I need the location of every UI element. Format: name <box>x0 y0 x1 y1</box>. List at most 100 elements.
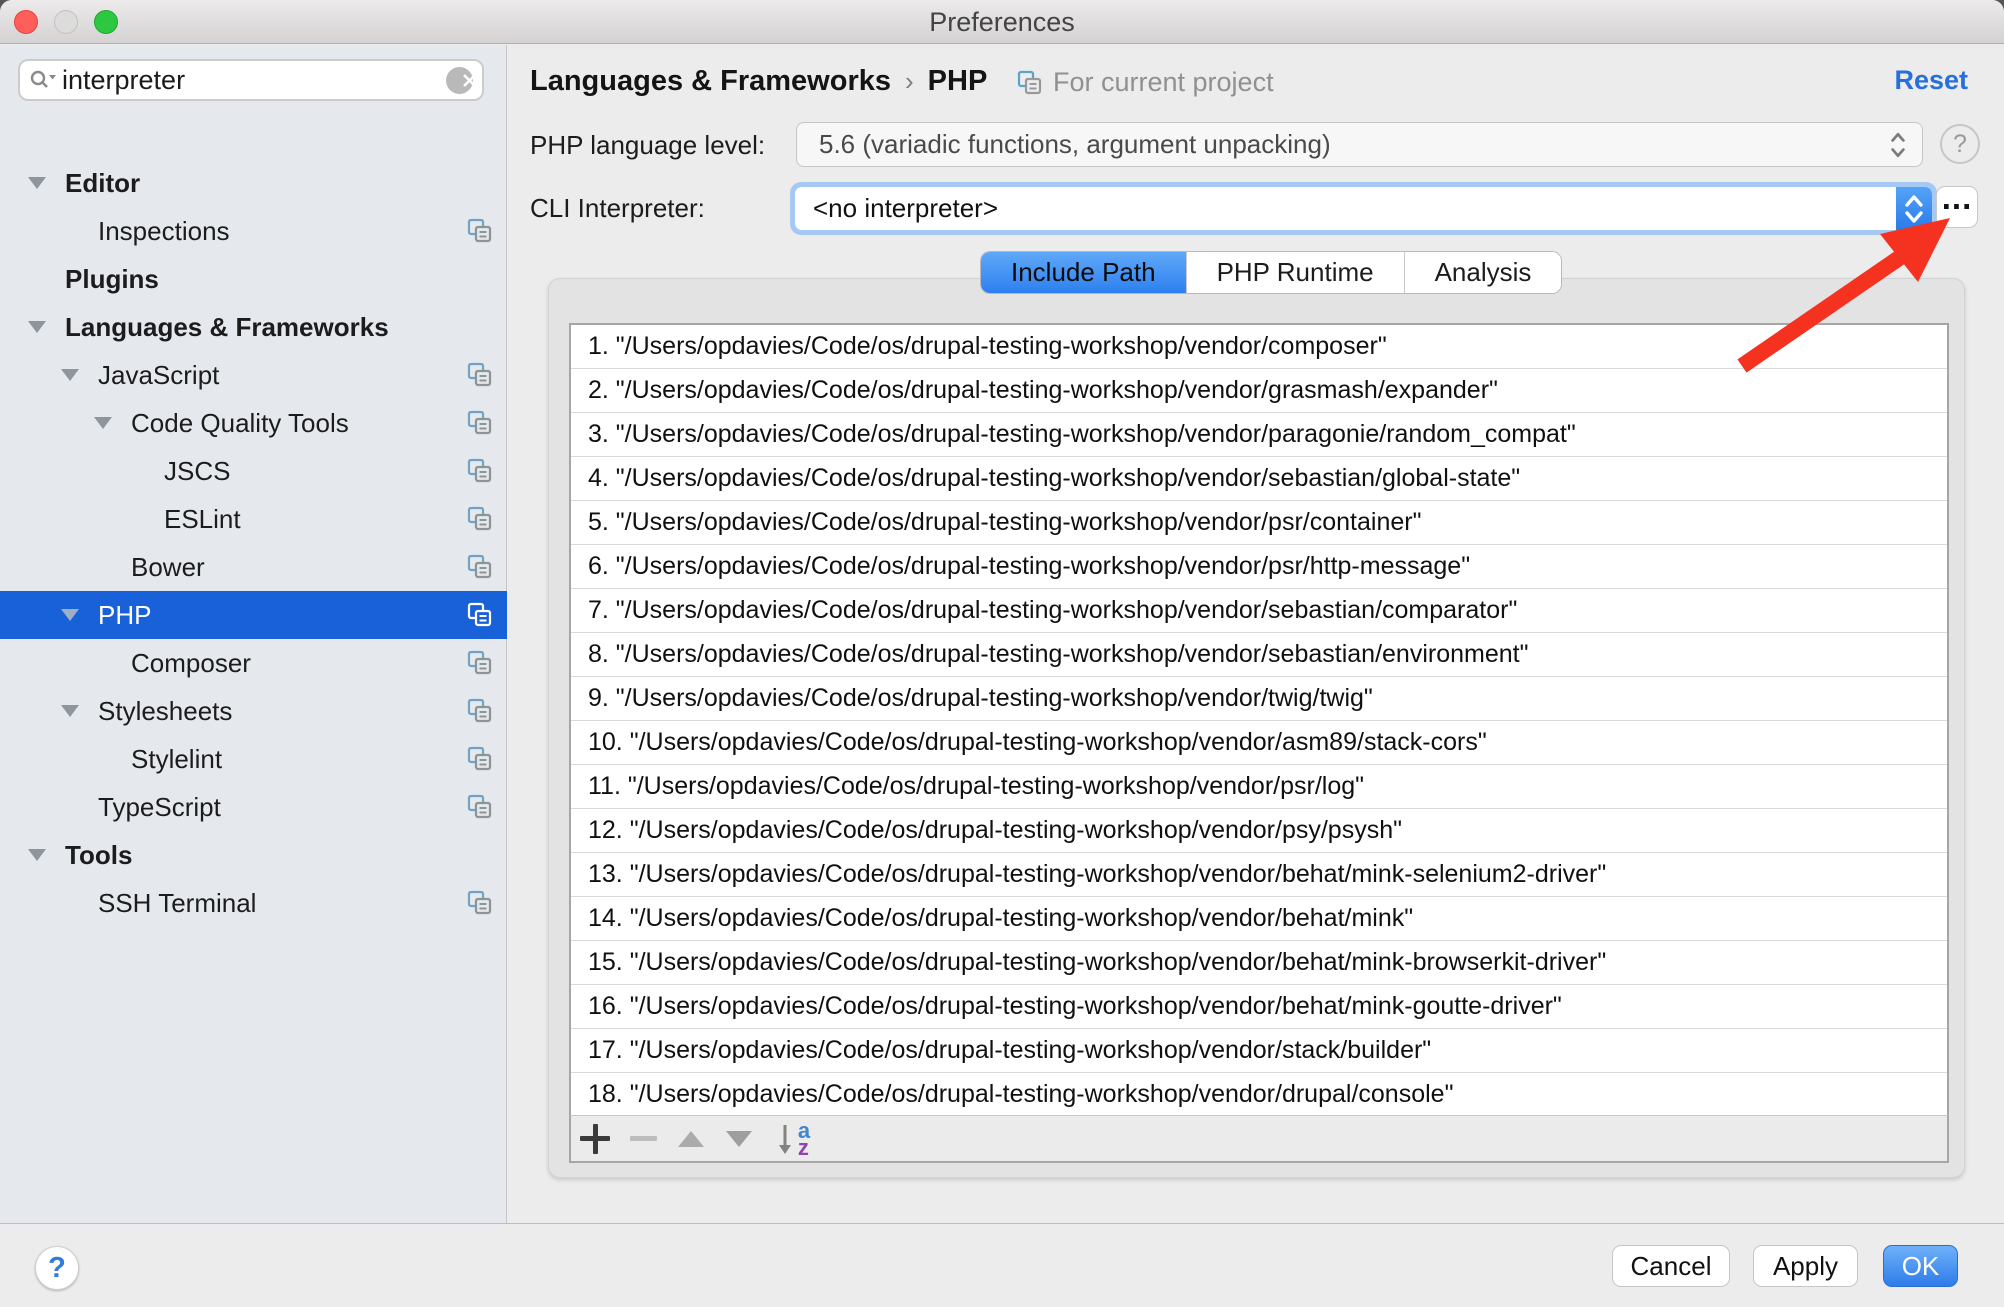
tab-analysis[interactable]: Analysis <box>1405 252 1562 293</box>
include-path-row[interactable]: 17. "/Users/opdavies/Code/os/drupal-test… <box>571 1029 1947 1073</box>
include-path-row[interactable]: 12. "/Users/opdavies/Code/os/drupal-test… <box>571 809 1947 853</box>
include-path-row[interactable]: 14. "/Users/opdavies/Code/os/drupal-test… <box>571 897 1947 941</box>
include-path-row[interactable]: 18. "/Users/opdavies/Code/os/drupal-test… <box>571 1073 1947 1117</box>
sidebar-item-composer[interactable]: Composer <box>0 639 507 687</box>
include-path-row[interactable]: 6. "/Users/opdavies/Code/os/drupal-testi… <box>571 545 1947 589</box>
language-level-select[interactable]: 5.6 (variadic functions, argument unpack… <box>796 122 1923 167</box>
sidebar-item-javascript[interactable]: JavaScript <box>0 351 507 399</box>
add-path-button[interactable] <box>571 1115 619 1163</box>
per-project-settings-icon[interactable] <box>466 505 493 539</box>
per-project-settings-icon[interactable] <box>466 601 493 635</box>
per-project-settings-icon[interactable] <box>466 409 493 443</box>
sidebar-item-label: PHP <box>98 600 151 631</box>
sidebar-item-inspections[interactable]: Inspections <box>0 207 507 255</box>
include-path-row[interactable]: 5. "/Users/opdavies/Code/os/drupal-testi… <box>571 501 1947 545</box>
sidebar-item-label: Bower <box>131 552 205 583</box>
sidebar-item-jscs[interactable]: JSCS <box>0 447 507 495</box>
expand-arrow-icon[interactable] <box>28 321 46 333</box>
per-project-settings-icon[interactable] <box>466 649 493 683</box>
per-project-settings-icon[interactable] <box>466 457 493 491</box>
expand-arrow-icon[interactable] <box>61 609 79 621</box>
sidebar-item-ssh-terminal[interactable]: SSH Terminal <box>0 879 507 927</box>
per-project-settings-icon[interactable] <box>466 697 493 731</box>
include-path-panel: 1. "/Users/opdavies/Code/os/drupal-testi… <box>548 278 1965 1178</box>
include-path-row[interactable]: 11. "/Users/opdavies/Code/os/drupal-test… <box>571 765 1947 809</box>
cancel-button[interactable]: Cancel <box>1612 1245 1730 1287</box>
apply-button[interactable]: Apply <box>1753 1245 1858 1287</box>
include-path-row[interactable]: 16. "/Users/opdavies/Code/os/drupal-test… <box>571 985 1947 1029</box>
preferences-window: Preferences EditorInspectionsPluginsLang… <box>0 0 2004 1307</box>
window-title: Preferences <box>0 0 2004 44</box>
per-project-settings-icon[interactable] <box>466 793 493 827</box>
browse-interpreter-button[interactable]: ... <box>1936 186 1978 228</box>
include-path-row[interactable]: 15. "/Users/opdavies/Code/os/drupal-test… <box>571 941 1947 985</box>
scope-label: For current project <box>1053 67 1274 98</box>
include-path-row[interactable]: 7. "/Users/opdavies/Code/os/drupal-testi… <box>571 589 1947 633</box>
sidebar-item-editor[interactable]: Editor <box>0 159 507 207</box>
scope-indicator[interactable]: For current project <box>1016 67 1274 98</box>
sidebar-item-label: Stylelint <box>131 744 222 775</box>
per-project-settings-icon[interactable] <box>466 361 493 395</box>
breadcrumb-section[interactable]: Languages & Frameworks <box>530 65 891 98</box>
expand-arrow-icon[interactable] <box>61 705 79 717</box>
search-input[interactable] <box>60 64 446 97</box>
cli-interpreter-select[interactable]: <no interpreter> <box>795 187 1932 230</box>
move-up-button[interactable] <box>667 1115 715 1163</box>
expand-arrow-icon[interactable] <box>61 369 79 381</box>
tab-php-runtime[interactable]: PHP Runtime <box>1187 252 1405 293</box>
sidebar-item-eslint[interactable]: ESLint <box>0 495 507 543</box>
sort-arrow-icon <box>778 1121 796 1157</box>
expand-arrow-icon[interactable] <box>28 177 46 189</box>
move-down-button[interactable] <box>715 1115 763 1163</box>
sidebar-item-languages-frameworks[interactable]: Languages & Frameworks <box>0 303 507 351</box>
sidebar-item-stylesheets[interactable]: Stylesheets <box>0 687 507 735</box>
include-path-row[interactable]: 10. "/Users/opdavies/Code/os/drupal-test… <box>571 721 1947 765</box>
title-bar: Preferences <box>0 0 2004 44</box>
cli-interpreter-stepper-icon[interactable] <box>1896 187 1932 230</box>
settings-sidebar: Editor Inspections PluginsLanguages & Fram… <box>0 45 507 1223</box>
sidebar-item-tools[interactable]: Tools <box>0 831 507 879</box>
remove-path-button[interactable] <box>619 1115 667 1163</box>
per-project-settings-icon[interactable] <box>466 889 493 923</box>
include-path-row[interactable]: 13. "/Users/opdavies/Code/os/drupal-test… <box>571 853 1947 897</box>
minimize-window-button[interactable] <box>54 10 78 34</box>
sidebar-item-php[interactable]: PHP <box>0 591 507 639</box>
settings-search-field[interactable] <box>18 59 484 101</box>
language-level-value: 5.6 (variadic functions, argument unpack… <box>819 129 1331 160</box>
list-toolbar: a z <box>569 1115 1949 1163</box>
include-path-row[interactable]: 2. "/Users/opdavies/Code/os/drupal-testi… <box>571 369 1947 413</box>
close-window-button[interactable] <box>14 10 38 34</box>
include-path-row[interactable]: 1. "/Users/opdavies/Code/os/drupal-testi… <box>571 325 1947 369</box>
sidebar-item-label: JavaScript <box>98 360 219 391</box>
footer-bar: ? Cancel Apply OK <box>0 1224 2004 1307</box>
expand-arrow-icon[interactable] <box>94 417 112 429</box>
sidebar-item-plugins[interactable]: Plugins <box>0 255 507 303</box>
language-level-stepper-icon[interactable] <box>1882 127 1914 163</box>
reset-link[interactable]: Reset <box>1894 65 1968 96</box>
language-level-label: PHP language level: <box>530 130 765 161</box>
tab-include-path[interactable]: Include Path <box>981 252 1187 293</box>
sidebar-item-typescript[interactable]: TypeScript <box>0 783 507 831</box>
sidebar-item-label: JSCS <box>164 456 230 487</box>
help-button[interactable]: ? <box>35 1246 79 1290</box>
zoom-window-button[interactable] <box>94 10 118 34</box>
sidebar-item-label: Inspections <box>98 216 230 247</box>
include-path-list: 1. "/Users/opdavies/Code/os/drupal-testi… <box>569 323 1949 1163</box>
sidebar-item-code-quality-tools[interactable]: Code Quality Tools <box>0 399 507 447</box>
tab-bar: Include PathPHP RuntimeAnalysis <box>981 252 1561 293</box>
language-level-help-icon[interactable]: ? <box>1940 124 1980 164</box>
sort-alphabetically-button[interactable]: a z <box>763 1115 825 1163</box>
sidebar-item-bower[interactable]: Bower <box>0 543 507 591</box>
expand-arrow-icon[interactable] <box>28 849 46 861</box>
include-path-row[interactable]: 4. "/Users/opdavies/Code/os/drupal-testi… <box>571 457 1947 501</box>
per-project-settings-icon[interactable] <box>466 745 493 779</box>
ok-button[interactable]: OK <box>1883 1245 1958 1287</box>
per-project-settings-icon[interactable] <box>466 553 493 587</box>
include-path-row[interactable]: 3. "/Users/opdavies/Code/os/drupal-testi… <box>571 413 1947 457</box>
clear-search-icon[interactable] <box>446 67 473 94</box>
sidebar-item-label: Editor <box>65 168 140 199</box>
include-path-row[interactable]: 9. "/Users/opdavies/Code/os/drupal-testi… <box>571 677 1947 721</box>
per-project-settings-icon[interactable] <box>466 217 493 251</box>
sidebar-item-stylelint[interactable]: Stylelint <box>0 735 507 783</box>
include-path-row[interactable]: 8. "/Users/opdavies/Code/os/drupal-testi… <box>571 633 1947 677</box>
